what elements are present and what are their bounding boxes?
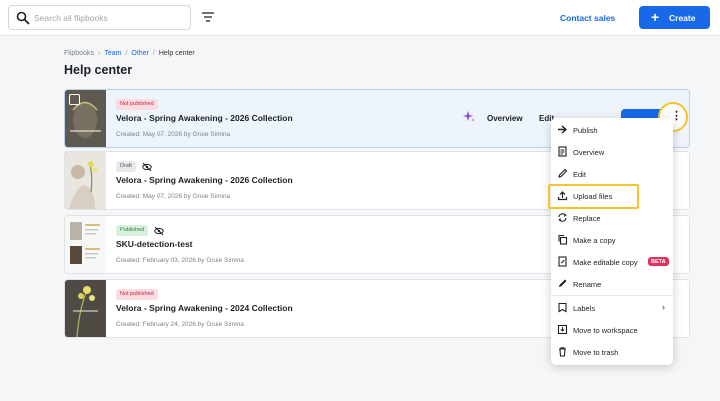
create-button[interactable]: + Create xyxy=(639,6,710,29)
hidden-eye-icon xyxy=(142,162,152,171)
replace-icon xyxy=(558,213,567,222)
upload-icon xyxy=(557,191,568,201)
contact-sales-link[interactable]: Contact sales xyxy=(560,13,615,23)
hidden-eye-icon xyxy=(154,226,164,235)
cover-image xyxy=(65,216,106,273)
menu-item-rename[interactable]: Rename xyxy=(551,274,673,294)
flipbook-created: Created: May 07, 2026 by Gruie Simina xyxy=(116,131,231,138)
flipbook-title[interactable]: Velora - Spring Awakening - 2026 Collect… xyxy=(116,175,293,185)
search-input[interactable] xyxy=(34,10,184,26)
menu-item-labels[interactable]: Labels › xyxy=(551,298,673,318)
menu-item-move-to-workspace[interactable]: Move to workspace xyxy=(551,320,673,340)
plus-icon: + xyxy=(651,9,660,25)
workspace-icon xyxy=(557,324,568,335)
flipbook-thumbnail xyxy=(65,90,106,147)
flipbook-title[interactable]: Velora - Spring Awakening - 2026 Collect… xyxy=(116,113,293,123)
copy-icon xyxy=(558,234,568,245)
flipbook-thumbnail xyxy=(65,152,106,209)
rename-icon xyxy=(559,279,567,287)
row-checkbox[interactable] xyxy=(69,94,80,105)
label-icon xyxy=(558,302,567,313)
menu-item-overview[interactable]: Overview xyxy=(551,142,673,162)
flipbook-title[interactable]: SKU-detection-test xyxy=(116,239,193,249)
breadcrumb-flipbooks[interactable]: Flipbooks xyxy=(64,50,94,57)
search-icon xyxy=(16,11,30,25)
breadcrumb-other[interactable]: Other xyxy=(131,50,149,57)
flipbook-created: Created: February 03, 2026 by Gruie Simi… xyxy=(116,257,244,264)
status-badge: Draft xyxy=(116,161,136,172)
menu-item-make-editable-copy[interactable]: Make editable copy BETA xyxy=(551,252,673,272)
menu-item-publish[interactable]: Publish xyxy=(551,120,673,140)
cover-image xyxy=(65,152,106,209)
menu-item-edit[interactable]: Edit xyxy=(551,164,673,184)
flipbook-created: Created: February 24, 2026 by Gruie Simi… xyxy=(116,321,244,328)
filter-icon[interactable] xyxy=(201,10,215,24)
status-badge: Published xyxy=(116,225,149,236)
menu-item-move-to-trash[interactable]: Move to trash xyxy=(551,342,673,362)
cover-image xyxy=(65,280,106,337)
chevron-right-icon: › xyxy=(662,302,665,312)
document-icon xyxy=(558,146,567,157)
create-button-label: Create xyxy=(669,13,696,23)
status-badge: Not published xyxy=(116,99,158,110)
arrow-right-icon xyxy=(558,125,568,134)
top-bar: Contact sales + Create xyxy=(0,0,720,36)
beta-badge: BETA xyxy=(648,257,669,266)
flipbook-created: Created: May 07, 2026 by Gruie Simina xyxy=(116,193,231,200)
menu-item-upload-files[interactable]: Upload files xyxy=(551,186,673,206)
flipbook-title[interactable]: Velora - Spring Awakening - 2024 Collect… xyxy=(116,303,293,313)
flipbook-thumbnail xyxy=(65,280,106,337)
breadcrumb: Flipbooks › Team / Other / Help center xyxy=(64,50,195,57)
overview-button[interactable]: Overview xyxy=(487,114,523,123)
sparkle-icon[interactable] xyxy=(462,110,476,124)
page-title: Help center xyxy=(64,63,133,77)
menu-divider xyxy=(551,295,673,296)
flipbook-thumbnail xyxy=(65,216,106,273)
menu-item-make-a-copy[interactable]: Make a copy xyxy=(551,230,673,250)
breadcrumb-team[interactable]: Team xyxy=(104,50,121,57)
editable-copy-icon xyxy=(558,256,567,267)
menu-item-replace[interactable]: Replace xyxy=(551,208,673,228)
trash-icon xyxy=(559,347,566,357)
status-badge: Not published xyxy=(116,289,158,300)
pencil-icon xyxy=(558,168,568,178)
breadcrumb-current: Help center xyxy=(158,50,195,57)
actions-menu: Publish Overview Edit Upload files Repla… xyxy=(551,118,673,365)
search-box[interactable] xyxy=(8,5,191,30)
